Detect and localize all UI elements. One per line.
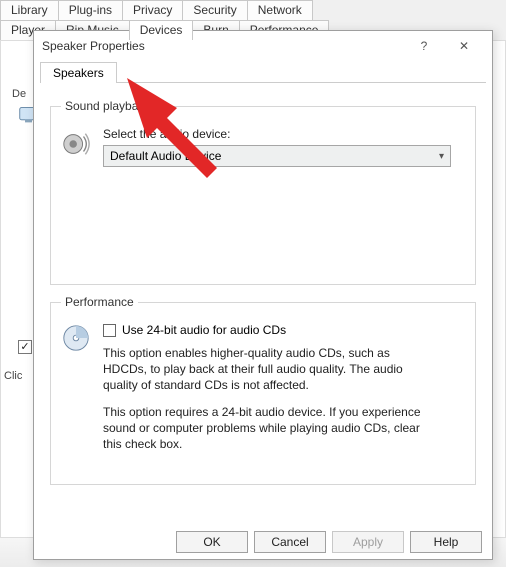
bg-tab-library[interactable]: Library [0, 0, 59, 20]
audio-device-label: Select the audio device: [103, 127, 451, 141]
performance-group: Performance Use 24-bit audio for audio C… [50, 295, 476, 485]
sound-playback-group: Sound playback Select the audio device: … [50, 99, 476, 285]
help-button-bottom[interactable]: Help [410, 531, 482, 553]
dialog-tabs: Speakers [34, 61, 492, 82]
sound-playback-legend: Sound playback [61, 99, 154, 113]
bg-tab-network[interactable]: Network [247, 0, 313, 20]
bg-tab-plugins[interactable]: Plug-ins [58, 0, 123, 20]
audio-device-value: Default Audio Device [110, 149, 221, 163]
bg-truncated-label-de: De [12, 88, 26, 100]
bg-tab-privacy[interactable]: Privacy [122, 0, 183, 20]
dialog-title: Speaker Properties [42, 39, 404, 53]
use-24bit-label: Use 24-bit audio for audio CDs [122, 323, 286, 337]
close-icon: ✕ [459, 39, 469, 53]
apply-button: Apply [332, 531, 404, 553]
help-icon: ? [421, 39, 428, 53]
titlebar: Speaker Properties ? ✕ [34, 31, 492, 61]
speaker-icon [61, 129, 91, 159]
speaker-properties-dialog: Speaker Properties ? ✕ Speakers Sound pl… [33, 30, 493, 560]
bg-checkbox-row: ✓ [18, 340, 32, 354]
tab-speakers[interactable]: Speakers [40, 62, 117, 83]
bg-tab-security[interactable]: Security [182, 0, 247, 20]
chevron-down-icon: ▾ [439, 151, 444, 162]
cd-icon [61, 323, 91, 353]
dialog-tab-content: Sound playback Select the audio device: … [40, 82, 486, 522]
performance-desc-2: This option requires a 24-bit audio devi… [103, 404, 433, 453]
audio-device-combobox[interactable]: Default Audio Device ▾ [103, 145, 451, 167]
performance-legend: Performance [61, 295, 138, 309]
bg-truncated-label-click: Clic [4, 370, 22, 382]
performance-desc-1: This option enables higher-quality audio… [103, 345, 433, 394]
bg-checkbox[interactable]: ✓ [18, 340, 32, 354]
help-button[interactable]: ? [404, 32, 444, 60]
check-icon: ✓ [20, 342, 29, 353]
cancel-button[interactable]: Cancel [254, 531, 326, 553]
dialog-button-row: OK Cancel Apply Help [176, 531, 482, 553]
bg-tab-devices[interactable]: Devices [129, 20, 194, 40]
ok-button[interactable]: OK [176, 531, 248, 553]
use-24bit-checkbox[interactable] [103, 324, 116, 337]
close-button[interactable]: ✕ [444, 32, 484, 60]
